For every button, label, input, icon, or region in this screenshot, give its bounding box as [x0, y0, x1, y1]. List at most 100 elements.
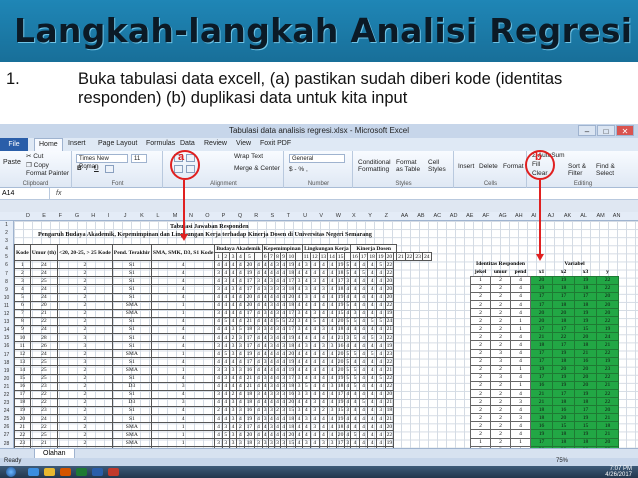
table-row[interactable]: 3 25 2 S1 4 4 3 4 4 17 3 4 3 4 4 17 3 4 3 4 4 17 3 4 4 4 4 20 — [14, 276, 432, 286]
duplicate-cell[interactable]: 20 — [552, 413, 575, 423]
table-cell[interactable]: 4 — [301, 357, 312, 367]
duplicate-cell[interactable]: 4 — [510, 388, 531, 399]
column-header[interactable]: Q — [238, 213, 242, 219]
item-number[interactable]: 11 — [301, 252, 312, 262]
duplicate-cell[interactable]: 15 — [574, 324, 597, 334]
duplicate-row[interactable]: 2 2 1 16 19 20 21 — [470, 380, 619, 391]
column-heading[interactable]: <20, 20-25, > 25 Kode — [57, 243, 113, 262]
table-cell[interactable]: 4 — [214, 333, 223, 343]
table-cell[interactable]: 2 — [57, 260, 113, 270]
table-cell[interactable]: 4 — [318, 373, 329, 383]
table-cell[interactable]: 4 — [228, 381, 238, 391]
table-cell[interactable]: 22 — [384, 300, 395, 310]
duplicate-cell[interactable]: 18 — [552, 397, 575, 407]
table-cell[interactable]: SMA — [111, 308, 152, 318]
table-cell[interactable]: S1 — [111, 316, 152, 326]
table-cell[interactable]: 3 — [327, 405, 337, 415]
duplicate-cell[interactable]: 17 — [530, 299, 553, 310]
italic-button[interactable]: I — [86, 165, 88, 172]
table-cell[interactable]: 18 — [384, 405, 395, 415]
table-cell[interactable]: 24 — [29, 349, 59, 359]
table-cell[interactable]: 5 — [375, 260, 386, 270]
table-cell[interactable]: 3 — [254, 438, 263, 448]
duplicate-cell[interactable]: 19 — [574, 275, 597, 285]
table-cell[interactable]: 4 — [236, 389, 245, 399]
minimize-button[interactable]: – — [578, 125, 596, 136]
table-cell[interactable]: 20 — [384, 292, 395, 302]
column-header[interactable]: P — [222, 213, 226, 219]
table-cell[interactable]: 4 — [228, 292, 238, 302]
table-cell[interactable]: 4 — [221, 413, 230, 424]
table-cell[interactable]: 3 — [318, 284, 329, 294]
table-cell[interactable]: 4 — [358, 373, 369, 383]
duplicate-cell[interactable]: 17 — [552, 324, 575, 334]
duplicate-cell[interactable]: 18 — [552, 283, 575, 293]
table-cell[interactable]: 3 — [228, 430, 238, 440]
table-cell[interactable]: 4 — [301, 316, 312, 326]
table-cell[interactable]: 4 — [150, 292, 216, 302]
table-cell[interactable]: 24 — [29, 268, 59, 278]
duplicate-row[interactable]: 2 2 4 19 18 19 21 — [470, 429, 619, 439]
table-cell[interactable]: 16 — [335, 341, 346, 351]
table-cell[interactable]: 4 — [236, 308, 245, 318]
table-cell[interactable]: 2 — [57, 381, 113, 391]
table-row[interactable]: 16 23 2 D3 3 4 4 4 4 21 4 4 3 4 3 18 3 5 4 4 3 18 4 5 4 4 4 22 — [14, 381, 432, 391]
duplicate-cell[interactable]: 2 — [470, 324, 491, 334]
table-row[interactable]: 6 20 2 SMA 1 4 4 4 4 20 4 4 3 4 4 18 4 4 4 4 4 19 5 4 4 4 4 22 — [14, 300, 432, 310]
item-number[interactable]: 19 — [375, 252, 386, 262]
table-row[interactable]: 21 22 2 SMA 1 4 3 4 2 17 4 4 3 4 4 18 4 4 3 4 4 18 4 4 4 4 4 20 — [14, 422, 432, 432]
table-cell[interactable]: 2 — [228, 389, 238, 399]
table-cell[interactable]: 20 — [335, 365, 346, 375]
table-cell[interactable]: 4 — [236, 260, 245, 270]
table-cell[interactable]: 4 — [150, 284, 216, 294]
table-cell[interactable]: 5 — [221, 316, 230, 326]
table-row[interactable]: 5 24 2 S1 4 4 4 4 4 20 4 4 4 4 4 20 4 3 4 4 4 19 4 4 4 4 4 20 — [14, 292, 432, 302]
table-row[interactable]: 12 24 2 SMA 1 4 5 3 4 19 4 4 4 4 4 20 4 4 4 4 4 20 5 5 4 5 4 23 — [14, 349, 432, 359]
table-cell[interactable]: 15 — [335, 405, 346, 415]
table-cell[interactable]: 4 — [358, 341, 369, 351]
table-cell[interactable]: 23 — [384, 349, 395, 359]
table-cell[interactable]: 6 — [14, 300, 31, 310]
table-cell[interactable]: 4 — [318, 333, 329, 343]
table-cell[interactable]: 4 — [358, 413, 369, 424]
row-header[interactable]: 13 — [0, 318, 13, 326]
table-cell[interactable]: 20 — [243, 430, 256, 440]
tab-foxit-pdf[interactable]: Foxit PDF — [260, 140, 291, 147]
table-cell[interactable]: 4 — [350, 422, 360, 432]
table-cell[interactable]: 4 — [254, 373, 263, 383]
column-header[interactable]: AA — [401, 213, 408, 219]
duplicate-cell[interactable]: 2 — [470, 380, 491, 391]
table-cell[interactable]: S1 — [111, 333, 152, 343]
table-cell[interactable]: 2 — [57, 430, 113, 440]
duplicate-cell[interactable]: 19 — [552, 275, 575, 285]
table-cell[interactable]: 3 — [318, 341, 329, 351]
duplicate-cell[interactable]: 2 — [490, 413, 511, 423]
duplicate-cell[interactable]: 22 — [596, 397, 619, 407]
table-cell[interactable]: 4 — [310, 333, 320, 343]
table-cell[interactable]: 4 — [318, 292, 329, 302]
table-row[interactable]: 22 25 2 SMA 1 4 5 3 4 20 4 4 4 4 4 20 4 4 4 4 4 20 4 5 4 4 4 22 — [14, 430, 432, 440]
duplicate-cell[interactable]: 18 — [552, 429, 575, 439]
column-header[interactable]: M — [173, 213, 178, 219]
item-number[interactable]: 2 — [221, 252, 230, 262]
table-cell[interactable]: S1 — [111, 405, 152, 415]
table-cell[interactable]: 4 — [350, 324, 360, 335]
duplicate-cell[interactable]: 3 — [510, 413, 531, 423]
table-cell[interactable]: 4 — [367, 357, 377, 367]
table-cell[interactable]: 5 — [236, 324, 245, 335]
duplicate-column-heading[interactable]: x1 — [531, 268, 553, 276]
table-cell[interactable]: 4 — [221, 308, 230, 318]
table-cell[interactable]: 2 — [57, 373, 113, 383]
duplicate-row[interactable]: 1 2 4 20 19 19 22 — [470, 275, 619, 285]
duplicate-cell[interactable]: 20 — [574, 380, 597, 391]
variabel-heading[interactable]: Variabel — [531, 260, 619, 268]
table-cell[interactable]: 5 — [367, 333, 377, 343]
table-cell[interactable]: 4 — [367, 438, 377, 448]
table-cell[interactable]: S1 — [111, 324, 152, 335]
table-cell[interactable]: 19 — [14, 405, 31, 415]
table-cell[interactable]: S1 — [111, 260, 152, 270]
table-cell[interactable]: 4 — [150, 260, 216, 270]
table-cell[interactable]: 3 — [310, 276, 320, 286]
table-cell[interactable]: 4 — [375, 292, 386, 302]
table-row[interactable]: 1 24 2 S1 4 4 4 4 4 20 4 4 4 3 4 19 4 3 4 4 4 19 5 4 4 4 5 22 — [14, 260, 432, 270]
